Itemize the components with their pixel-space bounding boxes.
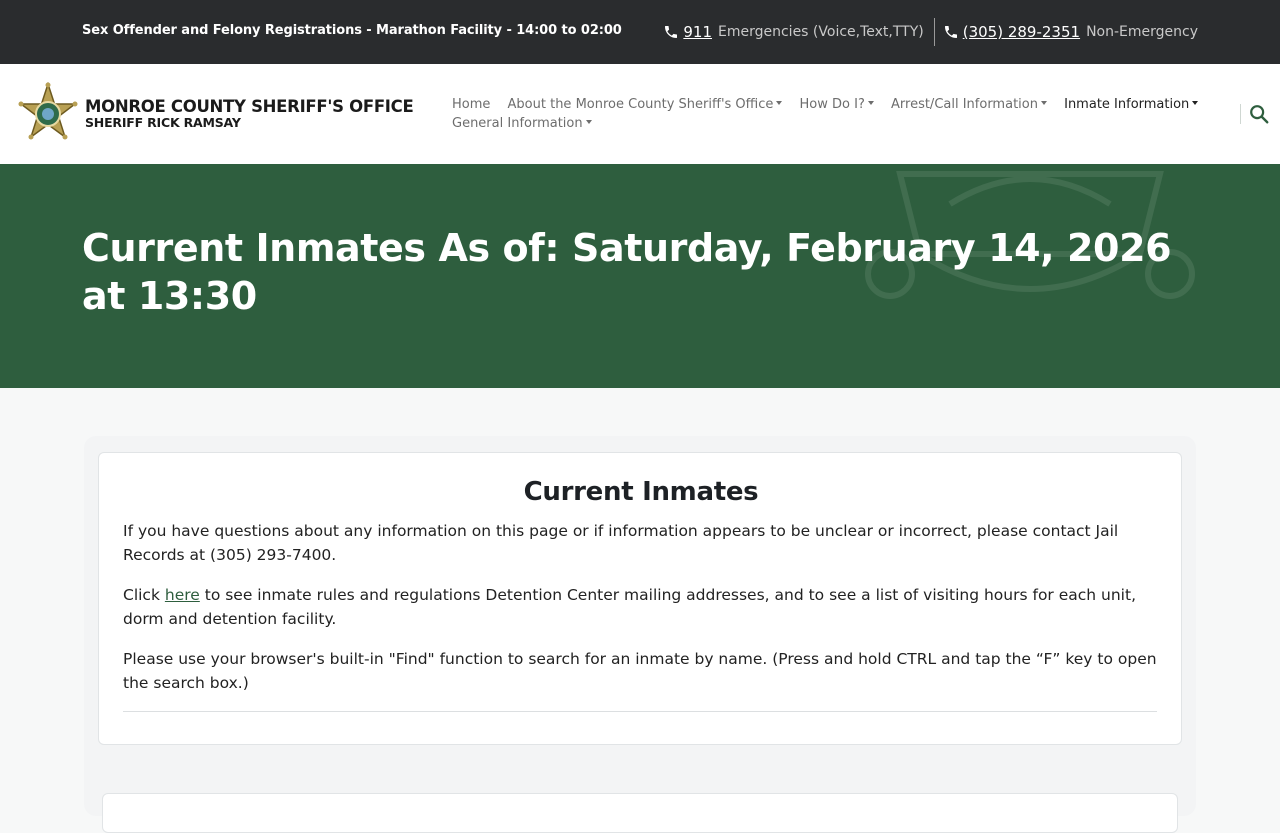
caret-down-icon <box>1192 101 1199 105</box>
nav-label: How Do I? <box>799 97 865 112</box>
rules-text-before: Click <box>123 586 165 604</box>
page-title: Current Inmates As of: Saturday, Februar… <box>82 226 1172 318</box>
nav-arrest-call-information[interactable]: Arrest/Call Information <box>891 95 1047 114</box>
nav-label: About the Monroe County Sheriff's Office <box>507 97 774 112</box>
emergency-description: Emergencies (Voice,Text,TTY) <box>718 24 924 40</box>
rules-link[interactable]: here <box>165 586 200 604</box>
nav-label: Arrest/Call Information <box>891 97 1038 112</box>
divider <box>123 711 1157 712</box>
contact-numbers: 911 Emergencies (Voice,Text,TTY) (305) 2… <box>663 18 1198 46</box>
rules-text-after: to see inmate rules and regulations Dete… <box>123 586 1136 628</box>
rules-paragraph: Click here to see inmate rules and regul… <box>123 583 1163 631</box>
phone-icon <box>944 26 957 38</box>
org-name: MONROE COUNTY SHERIFF'S OFFICE <box>85 96 414 116</box>
inmate-list-card <box>102 793 1178 833</box>
sheriff-name: SHERIFF RICK RAMSAY <box>85 115 241 130</box>
caret-down-icon <box>776 101 783 105</box>
announcement-text: Sex Offender and Felony Registrations - … <box>82 23 622 38</box>
nav-about[interactable]: About the Monroe County Sheriff's Office <box>508 95 783 114</box>
emergency-number-link[interactable]: 911 <box>683 23 712 41</box>
site-logo[interactable]: MONROE COUNTY SHERIFF'S OFFICE SHERIFF R… <box>16 82 414 146</box>
main-nav: Home About the Monroe County Sheriff's O… <box>452 95 1212 133</box>
contact-divider <box>933 18 935 46</box>
caret-down-icon <box>585 120 592 124</box>
contact-paragraph: If you have questions about any informat… <box>123 522 1119 564</box>
phone-icon <box>665 26 678 38</box>
sheriff-star-badge-icon <box>18 82 78 140</box>
nav-label: Inmate Information <box>1064 97 1190 112</box>
card-heading: Current Inmates <box>523 477 759 507</box>
nav-general-information[interactable]: General Information <box>452 114 592 133</box>
nonemergency-description: Non-Emergency <box>1086 24 1198 40</box>
search-divider <box>1240 104 1241 124</box>
search-instructions-paragraph: Please use your browser's built-in "Find… <box>123 650 1157 692</box>
search-icon[interactable] <box>1248 103 1270 125</box>
nav-label: Home <box>452 97 491 112</box>
nav-label: General Information <box>452 116 583 131</box>
page-hero: Current Inmates As of: Saturday, Februar… <box>0 164 1280 388</box>
info-card: Current Inmates If you have questions ab… <box>98 452 1182 745</box>
nav-home[interactable]: Home <box>452 95 490 114</box>
nonemergency-number-link[interactable]: (305) 289-2351 <box>963 23 1080 41</box>
caret-down-icon <box>867 101 874 105</box>
caret-down-icon <box>1040 101 1047 105</box>
top-bar: Sex Offender and Felony Registrations - … <box>0 0 1280 64</box>
nav-inmate-information[interactable]: Inmate Information <box>1064 95 1199 114</box>
site-header: MONROE COUNTY SHERIFF'S OFFICE SHERIFF R… <box>0 64 1280 164</box>
nav-how-do-i[interactable]: How Do I? <box>800 95 874 114</box>
